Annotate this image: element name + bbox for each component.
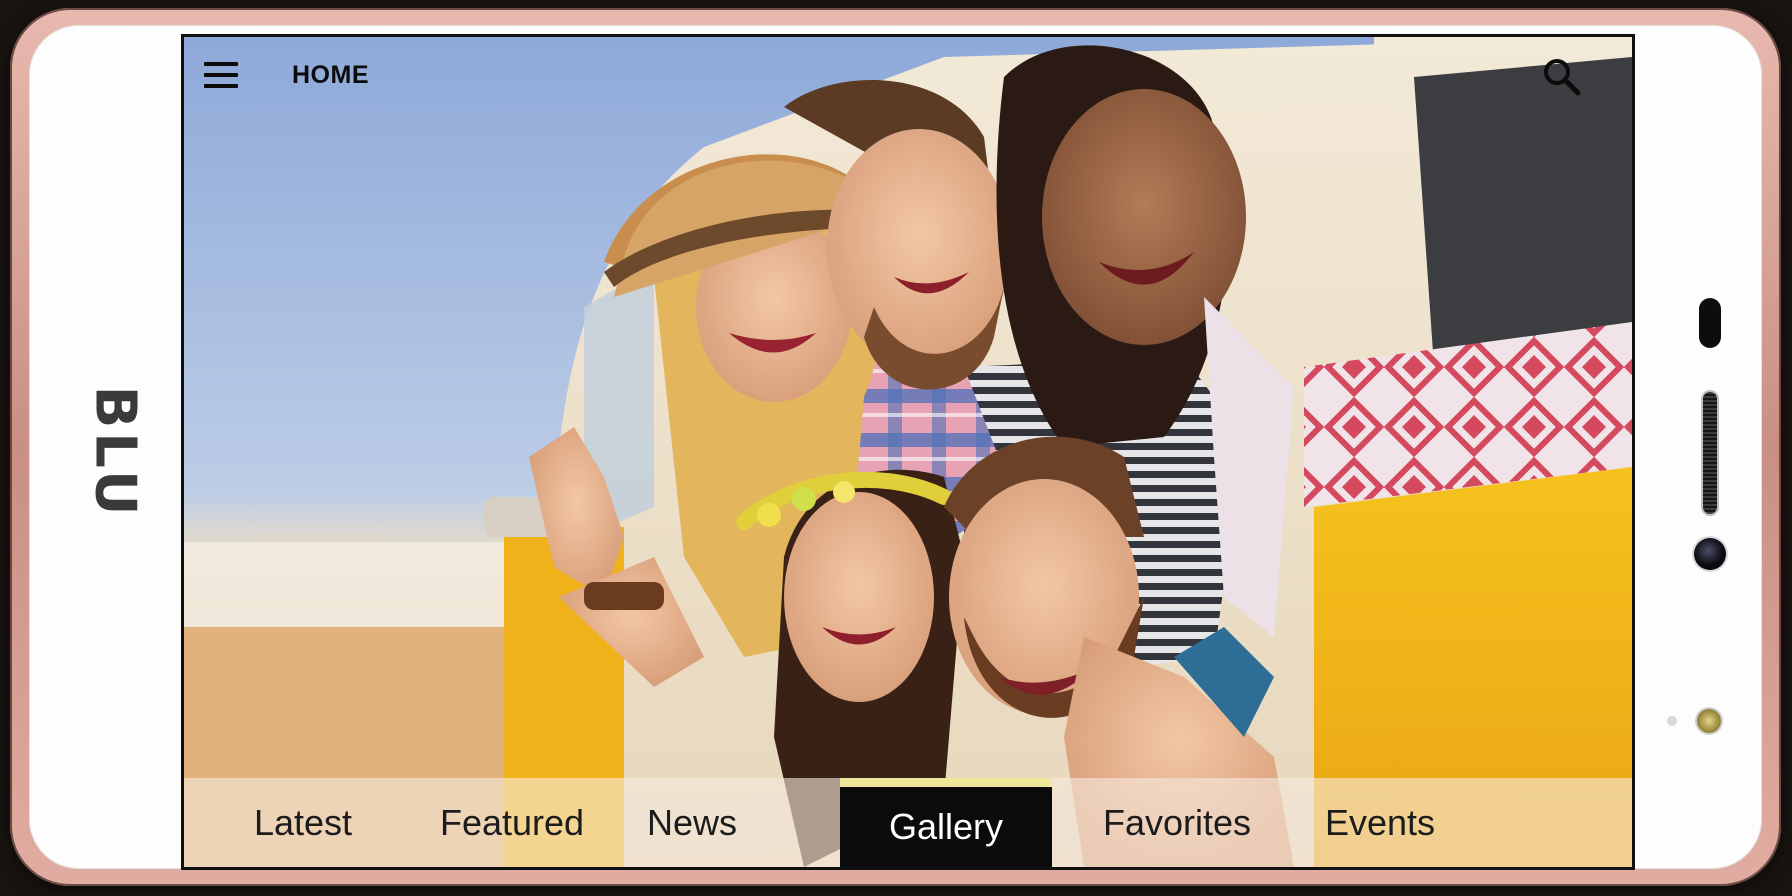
tab-events[interactable]: Events <box>1304 778 1456 867</box>
tab-gallery[interactable]: Gallery <box>840 778 1052 867</box>
phone-screen: HOME Latest Featured News Gallery Favori… <box>184 37 1632 867</box>
hamburger-menu-icon[interactable] <box>204 62 238 88</box>
tab-featured[interactable]: Featured <box>426 778 598 867</box>
proximity-sensor <box>1667 716 1677 726</box>
search-icon[interactable] <box>1540 55 1584 99</box>
hero-photo <box>184 37 1632 867</box>
earpiece-speaker <box>1699 298 1721 348</box>
app-top-bar: HOME <box>184 37 1632 117</box>
front-flash <box>1697 709 1721 733</box>
speaker-grille <box>1703 392 1717 514</box>
brand-text: BLU <box>82 385 148 519</box>
front-camera <box>1694 538 1726 570</box>
tab-favorites[interactable]: Favorites <box>1082 778 1272 867</box>
tab-latest[interactable]: Latest <box>220 778 386 867</box>
bottom-tab-bar: Latest Featured News Gallery Favorites E… <box>184 778 1632 867</box>
tab-news[interactable]: News <box>629 778 755 867</box>
device-brand-logo: BLU <box>83 352 148 552</box>
page-title: HOME <box>292 61 369 89</box>
